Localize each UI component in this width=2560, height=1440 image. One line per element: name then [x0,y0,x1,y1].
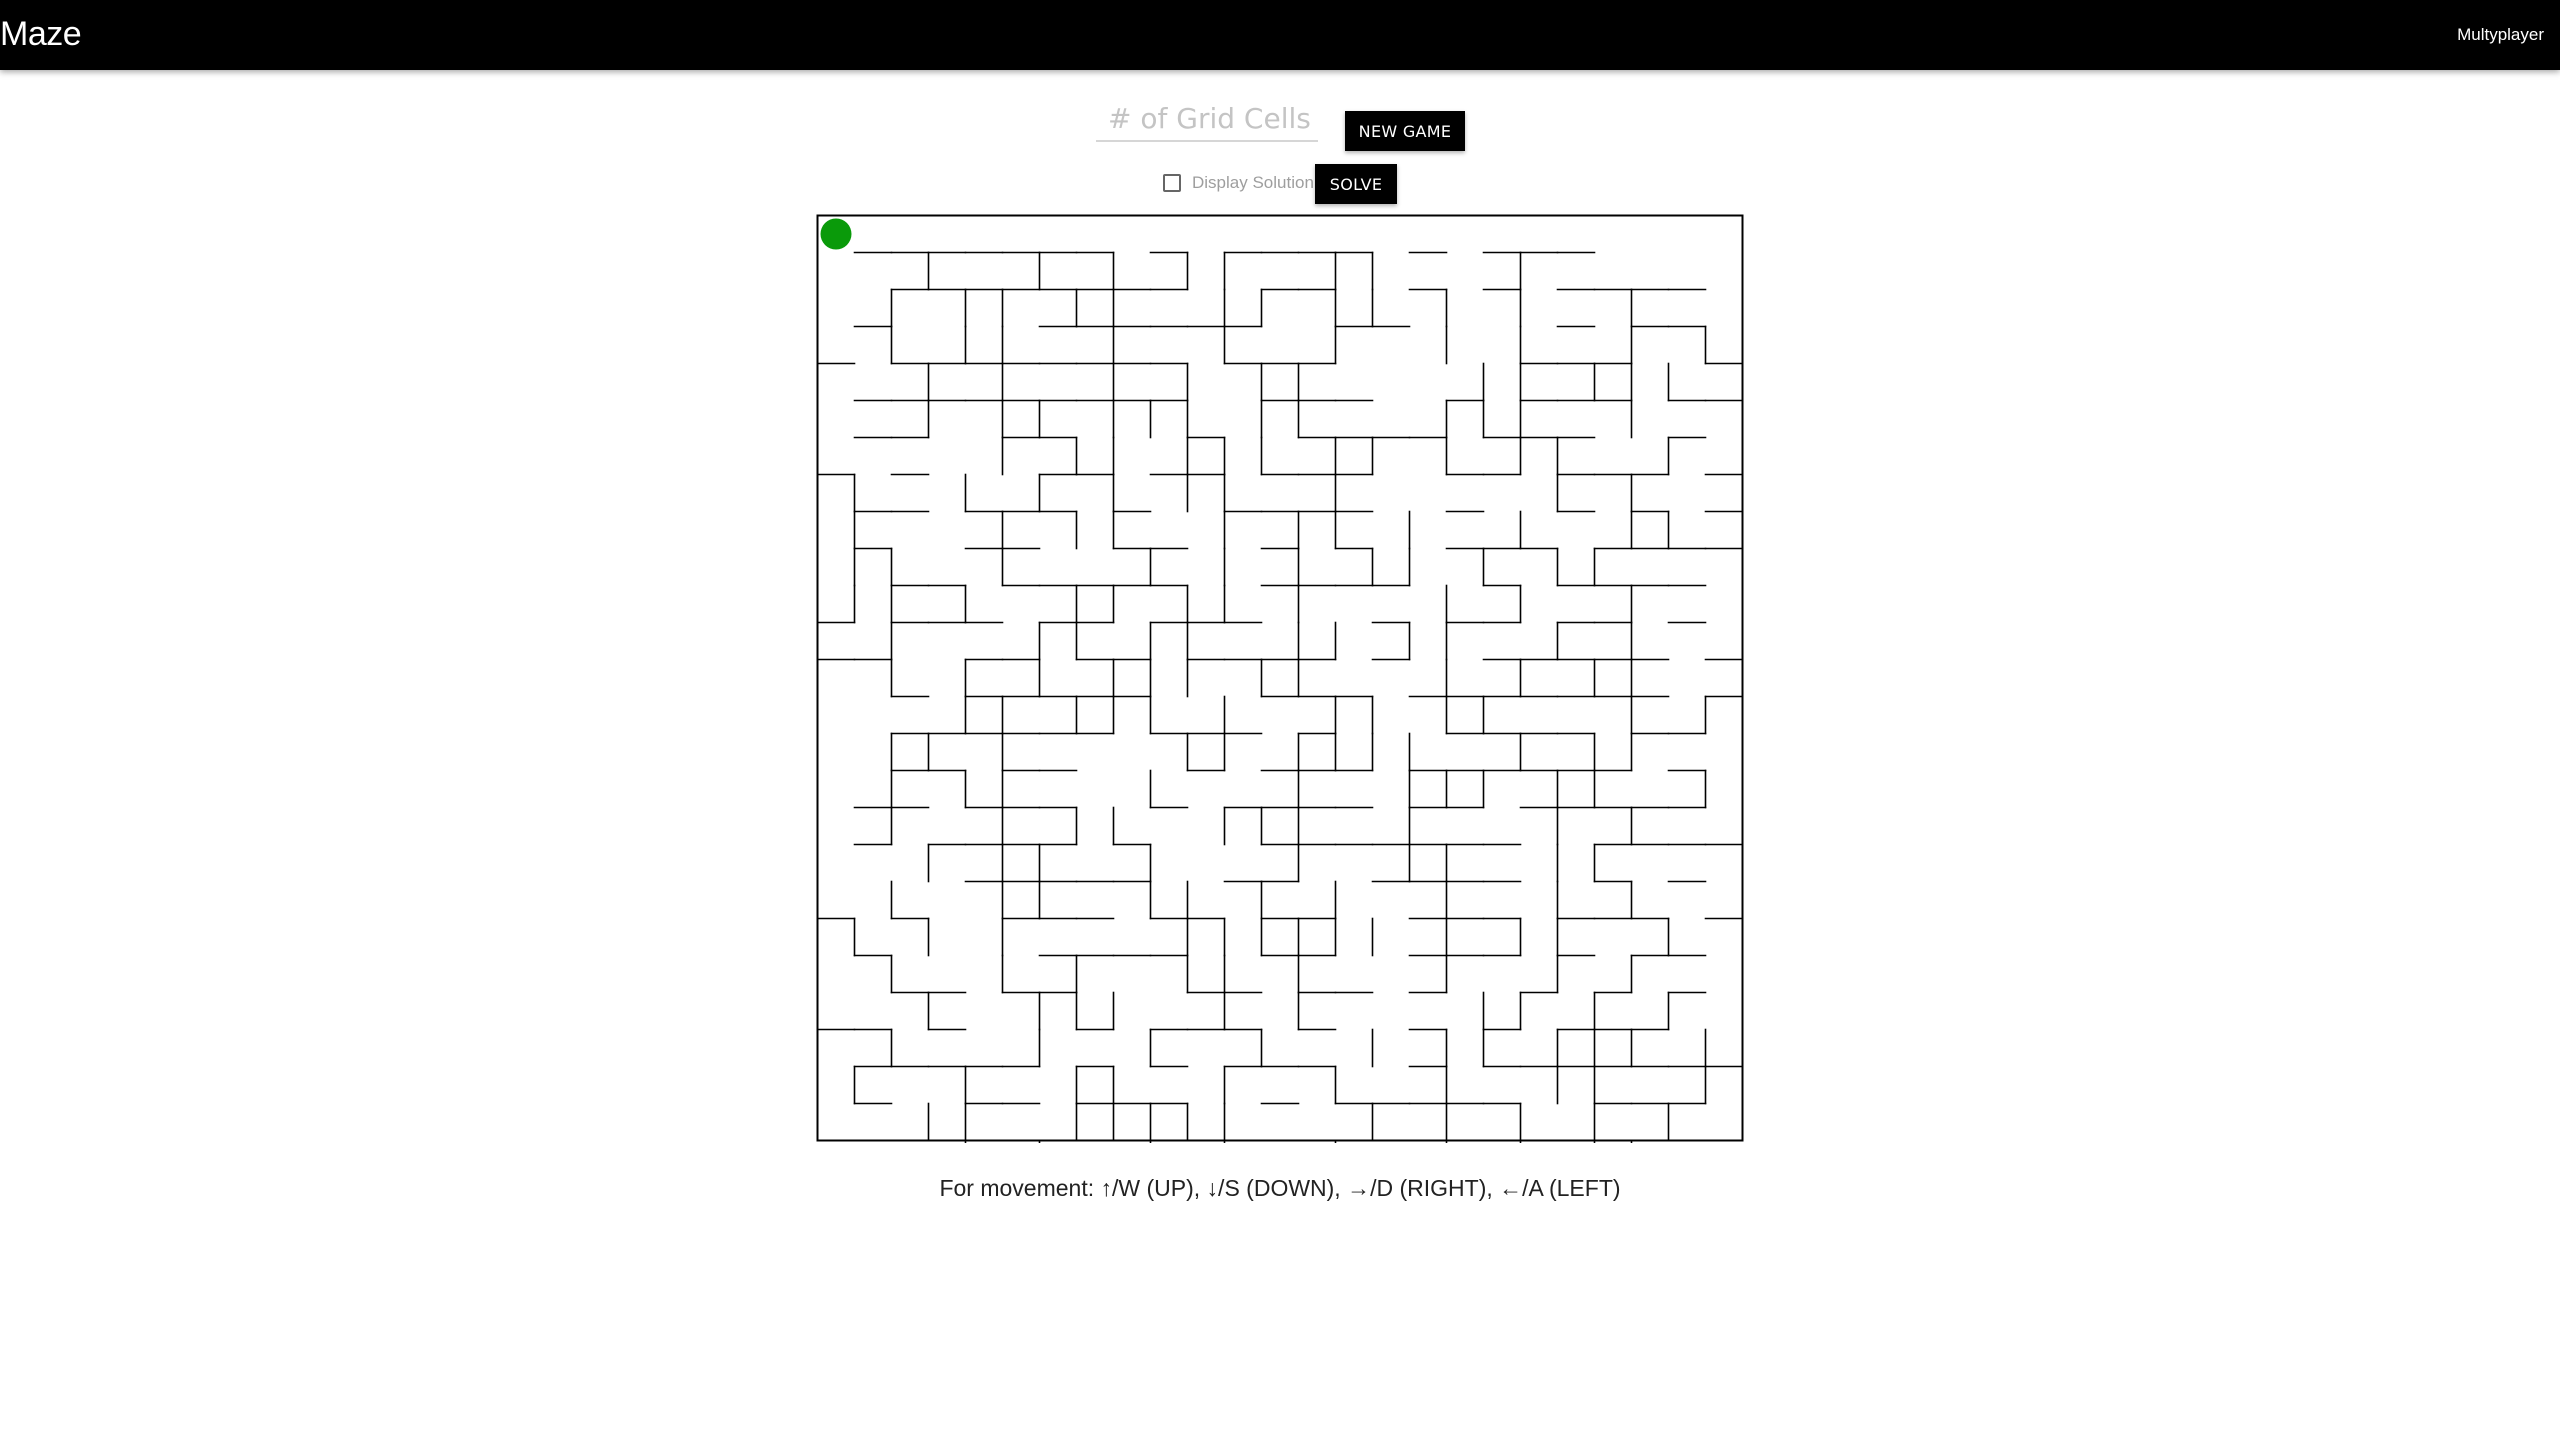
display-solution-checkbox[interactable] [1163,174,1181,192]
movement-instructions: For movement: ↑/W (UP), ↓/S (DOWN), →/D … [939,1175,1621,1201]
maze-board[interactable] [815,213,1745,1143]
grid-cells-input[interactable] [1096,96,1318,142]
solve-button[interactable]: SOLVE [1315,164,1397,204]
new-game-button[interactable]: NEW GAME [1345,111,1465,151]
maze-border [816,214,1744,1142]
player-token[interactable] [820,218,852,250]
display-solution-toggle[interactable]: Display Solution [1163,171,1314,195]
top-navbar: Maze Multyplayer [0,0,2560,70]
display-solution-label: Display Solution [1192,173,1314,192]
app-title[interactable]: Maze [0,14,82,54]
multiplayer-link[interactable]: Multyplayer [2457,24,2544,46]
